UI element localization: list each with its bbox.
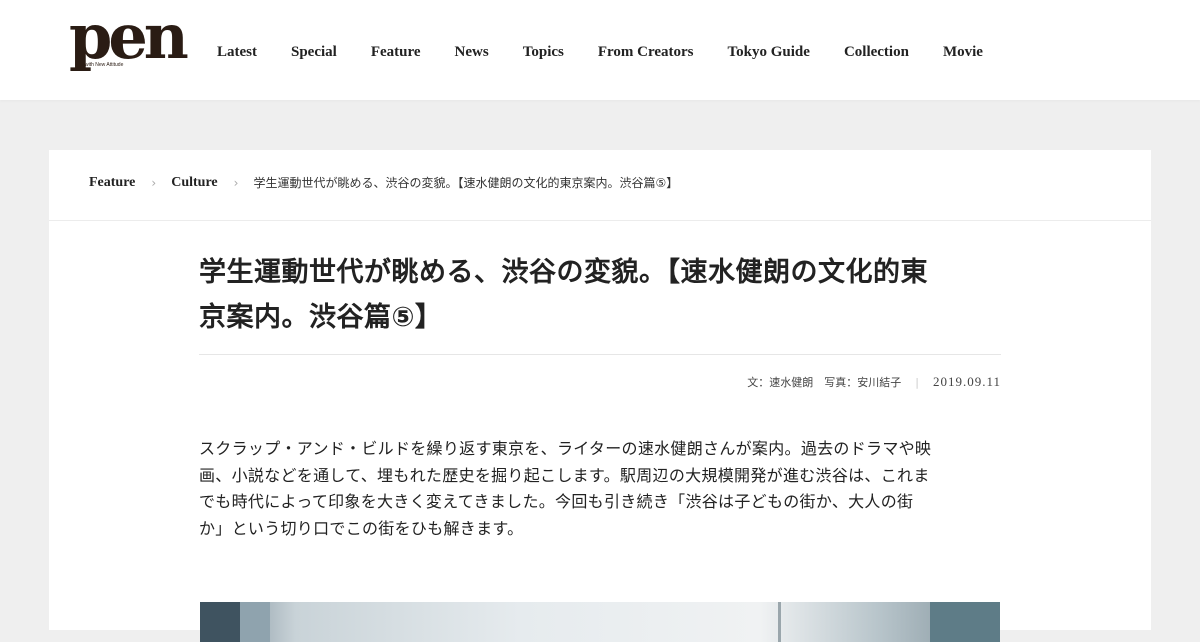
nav-item-from-creators[interactable]: From Creators [598,42,694,62]
nav-item-news[interactable]: News [455,42,489,62]
logo-tagline: with New Attitude [85,62,124,68]
hero-image-building-right [930,602,1000,642]
nav-item-feature[interactable]: Feature [371,42,421,62]
hero-image-building-left [200,602,240,642]
main-nav: Latest Special Feature News Topics From … [217,42,1017,62]
pen-logo[interactable]: pen with New Attitude [69,6,189,82]
lead-line-3: でも時代によって印象を大きく変えてきました。今回も引き続き「渋谷は子どもの街か、… [199,492,914,511]
breadcrumb: Feature › Culture › 学生運動世代が眺める、渋谷の変貌。【速水… [89,174,678,191]
meta-separator: | [915,375,919,389]
site-header: pen with New Attitude Latest Special Fea… [0,0,1200,100]
breadcrumb-link-feature[interactable]: Feature [89,175,135,191]
lead-line-1: スクラップ・アンド・ビルドを繰り返す東京を、ライターの速水健朗さんが案内。過去の… [199,439,932,458]
lead-line-2: 画、小説などを通して、埋もれた歴史を掘り起こします。駅周辺の大規模開発が進む渋谷… [199,465,930,485]
breadcrumb-divider [49,220,1151,221]
article-meta: 文：速水健朗 写真：安川結子 | 2019.09.11 [747,374,1001,390]
nav-item-latest[interactable]: Latest [217,42,257,62]
title-line-2: 京案内。渋谷篇⑤】 [199,302,443,333]
nav-item-special[interactable]: Special [291,42,337,62]
lead-line-4: か」という切り口でこの街をひも解きます。 [199,518,524,538]
nav-item-topics[interactable]: Topics [523,42,564,62]
article-lead: スクラップ・アンド・ビルドを繰り返す東京を、ライターの速水健朗さんが案内。過去の… [199,436,1001,542]
breadcrumb-link-culture[interactable]: Culture [171,175,217,191]
article-card: Feature › Culture › 学生運動世代が眺める、渋谷の変貌。【速水… [49,150,1151,642]
hero-image-pole [778,602,781,642]
logo-wordmark: pen [69,0,189,73]
hero-image [200,602,1000,642]
breadcrumb-current: 学生運動世代が眺める、渋谷の変貌。【速水健朗の文化的東京案内。渋谷篇⑤】 [253,176,679,190]
article-date: 2019.09.11 [932,374,1001,389]
title-divider [199,354,1001,355]
article-title: 学生運動世代が眺める、渋谷の変貌。【速水健朗の文化的東 京案内。渋谷篇⑤】 [199,250,1001,340]
hero-image-building-left-2 [240,602,270,642]
chevron-right-icon: › [151,175,157,190]
article-credits: 文：速水健朗 写真：安川結子 [747,376,902,389]
nav-item-collection[interactable]: Collection [844,42,909,62]
nav-item-tokyo-guide[interactable]: Tokyo Guide [728,42,810,62]
nav-item-movie[interactable]: Movie [943,42,983,62]
title-line-1: 学生運動世代が眺める、渋谷の変貌。【速水健朗の文化的東 [199,257,928,288]
chevron-right-icon: › [233,175,239,190]
